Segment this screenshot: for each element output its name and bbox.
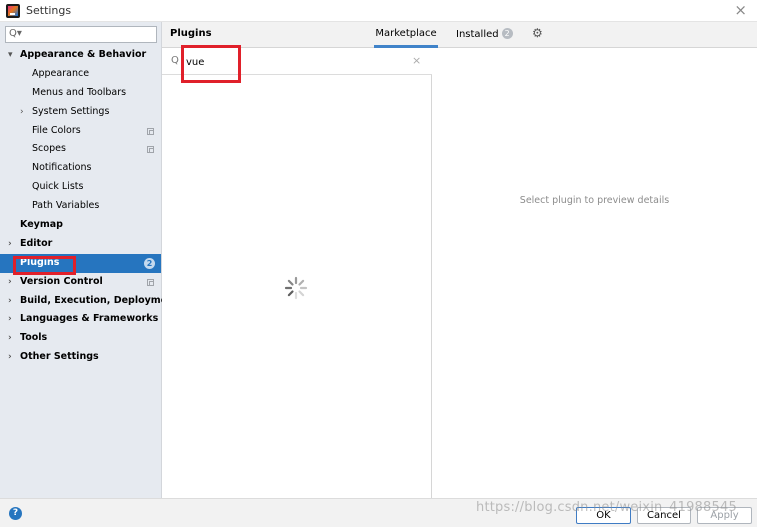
ok-button[interactable]: OK <box>576 507 631 524</box>
sidebar-item-editor[interactable]: › Editor <box>0 235 161 254</box>
plugins-update-badge: 2 <box>144 257 155 269</box>
plugins-header: Plugins Marketplace Installed 2 ⚙ <box>162 22 757 48</box>
chevron-right-icon[interactable]: › <box>8 348 16 367</box>
title-bar: Settings × <box>0 0 757 22</box>
sidebar-item-label: Plugins <box>20 256 60 268</box>
sidebar-item-other-settings[interactable]: › Other Settings <box>0 348 161 367</box>
sidebar-item-label: Tools <box>20 332 48 344</box>
sidebar-item-label: Scopes <box>32 143 66 155</box>
sidebar-item-scopes[interactable]: Scopes <box>0 140 161 159</box>
chevron-right-icon[interactable]: › <box>8 235 16 254</box>
sidebar-item-label: Menus and Toolbars <box>32 86 127 98</box>
chevron-right-icon[interactable]: › <box>20 103 28 122</box>
sidebar-item-label: Path Variables <box>32 200 100 212</box>
chevron-right-icon[interactable]: › <box>8 292 16 311</box>
sidebar-item-version-control[interactable]: › Version Control <box>0 273 161 292</box>
empty-details-message: Select plugin to preview details <box>519 195 670 206</box>
search-icon: Q▾ <box>9 28 22 39</box>
sidebar-item-label: Notifications <box>32 162 92 174</box>
page-title: Plugins <box>170 28 212 39</box>
sidebar-item-file-colors[interactable]: File Colors <box>0 122 161 141</box>
project-level-icon <box>147 127 154 135</box>
sidebar-item-appearance-behavior[interactable]: ▾ Appearance & Behavior <box>0 46 161 65</box>
project-level-icon <box>147 278 154 286</box>
search-icon: Q <box>171 55 179 66</box>
sidebar-item-label: Appearance & Behavior <box>20 49 147 60</box>
sidebar-item-label: Appearance <box>32 67 90 79</box>
chevron-down-icon[interactable]: ▾ <box>8 46 16 65</box>
sidebar-item-keymap[interactable]: Keymap <box>0 216 161 235</box>
installed-count-badge: 2 <box>501 28 513 39</box>
plugin-search-bar[interactable]: Q × <box>162 49 432 75</box>
loading-spinner-icon <box>284 276 308 300</box>
chevron-right-icon[interactable]: › <box>8 273 16 292</box>
settings-tree: ▾ Appearance & Behavior Appearance Menus… <box>0 46 178 367</box>
sidebar-item-label: Quick Lists <box>32 181 84 193</box>
help-icon[interactable]: ? <box>9 507 22 520</box>
sidebar-item-label: Version Control <box>20 275 103 287</box>
settings-search-box[interactable]: Q▾ <box>5 26 157 43</box>
sidebar-item-label: File Colors <box>32 124 81 136</box>
settings-search-input[interactable] <box>22 28 152 41</box>
app-logo-icon <box>6 4 20 18</box>
sidebar-item-languages-frameworks[interactable]: › Languages & Frameworks <box>0 310 161 329</box>
tab-installed-label: Installed <box>456 29 499 40</box>
sidebar-item-label: Other Settings <box>20 351 99 363</box>
dialog-footer: ? OK Cancel Apply <box>0 498 757 527</box>
sidebar-item-tools[interactable]: › Tools <box>0 329 161 348</box>
chevron-right-icon[interactable]: › <box>8 310 16 329</box>
plugins-panel: Plugins Marketplace Installed2 ⚙ Q × <box>162 22 757 498</box>
clear-search-icon[interactable]: × <box>412 54 421 67</box>
apply-button[interactable]: Apply <box>697 507 752 524</box>
cancel-button[interactable]: Cancel <box>637 507 691 524</box>
plugin-list-pane: Q × <box>162 49 432 498</box>
sidebar-item-notifications[interactable]: Notifications <box>0 159 161 178</box>
plugin-details-pane: Select plugin to preview details <box>432 49 757 498</box>
sidebar-item-label: Languages & Frameworks <box>20 313 159 325</box>
sidebar-item-label: Keymap <box>20 219 63 231</box>
plugin-search-input[interactable] <box>186 55 386 69</box>
tab-marketplace[interactable]: Marketplace <box>374 28 438 48</box>
sidebar-item-label: Build, Execution, Deployment <box>20 294 179 306</box>
project-level-icon <box>147 146 154 154</box>
tab-installed[interactable]: Installed 2 <box>456 28 513 48</box>
sidebar-item-plugins[interactable]: Plugins 2 <box>0 253 161 273</box>
settings-sidebar: Q▾ ▾ Appearance & Behavior Appearance Me… <box>0 22 178 498</box>
sidebar-item-label: Editor <box>20 237 53 249</box>
chevron-right-icon[interactable]: › <box>8 329 16 348</box>
window-title: Settings <box>26 4 72 17</box>
sidebar-item-system-settings[interactable]: › System Settings <box>0 103 161 122</box>
close-icon[interactable]: × <box>734 2 747 18</box>
sidebar-item-path-variables[interactable]: Path Variables <box>0 197 161 216</box>
gear-icon[interactable]: ⚙ <box>532 26 543 40</box>
sidebar-item-menus-toolbars[interactable]: Menus and Toolbars <box>0 84 161 103</box>
sidebar-item-quick-lists[interactable]: Quick Lists <box>0 178 161 197</box>
sidebar-item-appearance[interactable]: Appearance <box>0 65 161 84</box>
sidebar-item-label: System Settings <box>32 105 110 117</box>
sidebar-item-build-execution-deployment[interactable]: › Build, Execution, Deployment <box>0 292 178 311</box>
